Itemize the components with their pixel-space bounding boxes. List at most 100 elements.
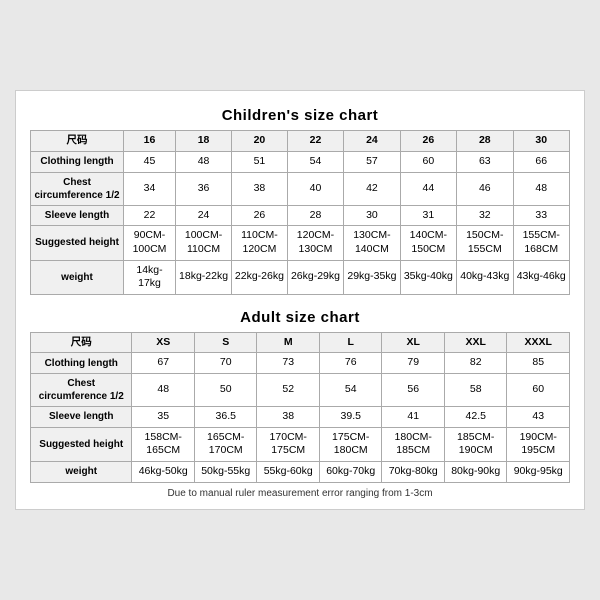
cell-value: 30	[344, 205, 400, 226]
adult-col-header: XS	[132, 332, 195, 353]
cell-value: 100CM-110CM	[175, 226, 231, 260]
cell-value: 140CM-150CM	[400, 226, 456, 260]
cell-value: 52	[257, 374, 320, 407]
children-size-table: 尺码1618202224262830 Clothing length454851…	[30, 130, 570, 294]
cell-value: 44	[400, 172, 456, 205]
cell-value: 150CM-155CM	[457, 226, 513, 260]
row-label: Suggested height	[31, 427, 132, 461]
cell-value: 50kg-55kg	[194, 462, 257, 483]
cell-value: 170CM-175CM	[257, 427, 320, 461]
cell-value: 130CM-140CM	[344, 226, 400, 260]
table-row: Chest circumference 1/23436384042444648	[31, 172, 570, 205]
table-row: Clothing length4548515457606366	[31, 151, 570, 172]
adult-col-header: S	[194, 332, 257, 353]
cell-value: 28	[287, 205, 343, 226]
children-col-header: 30	[513, 131, 570, 152]
size-chart-container: Children's size chart 尺码1618202224262830…	[15, 90, 585, 509]
cell-value: 165CM-170CM	[194, 427, 257, 461]
cell-value: 32	[457, 205, 513, 226]
cell-value: 60kg-70kg	[319, 462, 382, 483]
table-row: Chest circumference 1/248505254565860	[31, 374, 570, 407]
adult-col-header: 尺码	[31, 332, 132, 353]
disclaimer-text: Due to manual ruler measurement error ra…	[30, 488, 570, 499]
cell-value: 22kg-26kg	[232, 260, 288, 294]
cell-value: 73	[257, 353, 320, 374]
cell-value: 34	[124, 172, 176, 205]
row-label: Chest circumference 1/2	[31, 172, 124, 205]
adult-col-header: M	[257, 332, 320, 353]
adult-size-table: 尺码XSSMLXLXXLXXXL Clothing length67707376…	[30, 332, 570, 483]
cell-value: 190CM-195CM	[507, 427, 570, 461]
cell-value: 36	[175, 172, 231, 205]
cell-value: 76	[319, 353, 382, 374]
cell-value: 40kg-43kg	[457, 260, 513, 294]
adult-col-header: XXL	[444, 332, 507, 353]
row-label: Sleeve length	[31, 205, 124, 226]
cell-value: 40	[287, 172, 343, 205]
cell-value: 155CM-168CM	[513, 226, 570, 260]
children-col-header: 26	[400, 131, 456, 152]
cell-value: 90kg-95kg	[507, 462, 570, 483]
table-row: Clothing length67707376798285	[31, 353, 570, 374]
cell-value: 48	[132, 374, 195, 407]
children-col-header: 22	[287, 131, 343, 152]
cell-value: 43	[507, 407, 570, 428]
cell-value: 79	[382, 353, 445, 374]
cell-value: 35	[132, 407, 195, 428]
cell-value: 85	[507, 353, 570, 374]
children-chart-title: Children's size chart	[30, 107, 570, 124]
adult-chart-title: Adult size chart	[30, 309, 570, 326]
cell-value: 56	[382, 374, 445, 407]
cell-value: 35kg-40kg	[400, 260, 456, 294]
cell-value: 80kg-90kg	[444, 462, 507, 483]
cell-value: 54	[319, 374, 382, 407]
table-row: Suggested height158CM-165CM165CM-170CM17…	[31, 427, 570, 461]
cell-value: 42.5	[444, 407, 507, 428]
cell-value: 24	[175, 205, 231, 226]
row-label: Clothing length	[31, 353, 132, 374]
cell-value: 54	[287, 151, 343, 172]
cell-value: 158CM-165CM	[132, 427, 195, 461]
adult-col-header: L	[319, 332, 382, 353]
cell-value: 120CM-130CM	[287, 226, 343, 260]
children-col-header: 16	[124, 131, 176, 152]
cell-value: 67	[132, 353, 195, 374]
cell-value: 58	[444, 374, 507, 407]
cell-value: 41	[382, 407, 445, 428]
cell-value: 36.5	[194, 407, 257, 428]
row-label: weight	[31, 462, 132, 483]
table-row: Sleeve length2224262830313233	[31, 205, 570, 226]
cell-value: 45	[124, 151, 176, 172]
children-col-header: 20	[232, 131, 288, 152]
table-row: Suggested height90CM-100CM100CM-110CM110…	[31, 226, 570, 260]
cell-value: 33	[513, 205, 570, 226]
cell-value: 60	[507, 374, 570, 407]
row-label: Chest circumference 1/2	[31, 374, 132, 407]
children-col-header: 18	[175, 131, 231, 152]
cell-value: 60	[400, 151, 456, 172]
table-row: Sleeve length3536.53839.54142.543	[31, 407, 570, 428]
cell-value: 110CM-120CM	[232, 226, 288, 260]
cell-value: 70	[194, 353, 257, 374]
row-label: Suggested height	[31, 226, 124, 260]
row-label: Sleeve length	[31, 407, 132, 428]
adult-header-row: 尺码XSSMLXLXXLXXXL	[31, 332, 570, 353]
cell-value: 22	[124, 205, 176, 226]
cell-value: 63	[457, 151, 513, 172]
cell-value: 46	[457, 172, 513, 205]
cell-value: 18kg-22kg	[175, 260, 231, 294]
row-label: weight	[31, 260, 124, 294]
cell-value: 51	[232, 151, 288, 172]
cell-value: 42	[344, 172, 400, 205]
cell-value: 180CM-185CM	[382, 427, 445, 461]
cell-value: 70kg-80kg	[382, 462, 445, 483]
cell-value: 55kg-60kg	[257, 462, 320, 483]
cell-value: 175CM-180CM	[319, 427, 382, 461]
cell-value: 185CM-190CM	[444, 427, 507, 461]
cell-value: 29kg-35kg	[344, 260, 400, 294]
cell-value: 31	[400, 205, 456, 226]
cell-value: 46kg-50kg	[132, 462, 195, 483]
cell-value: 38	[257, 407, 320, 428]
children-col-header: 24	[344, 131, 400, 152]
cell-value: 57	[344, 151, 400, 172]
